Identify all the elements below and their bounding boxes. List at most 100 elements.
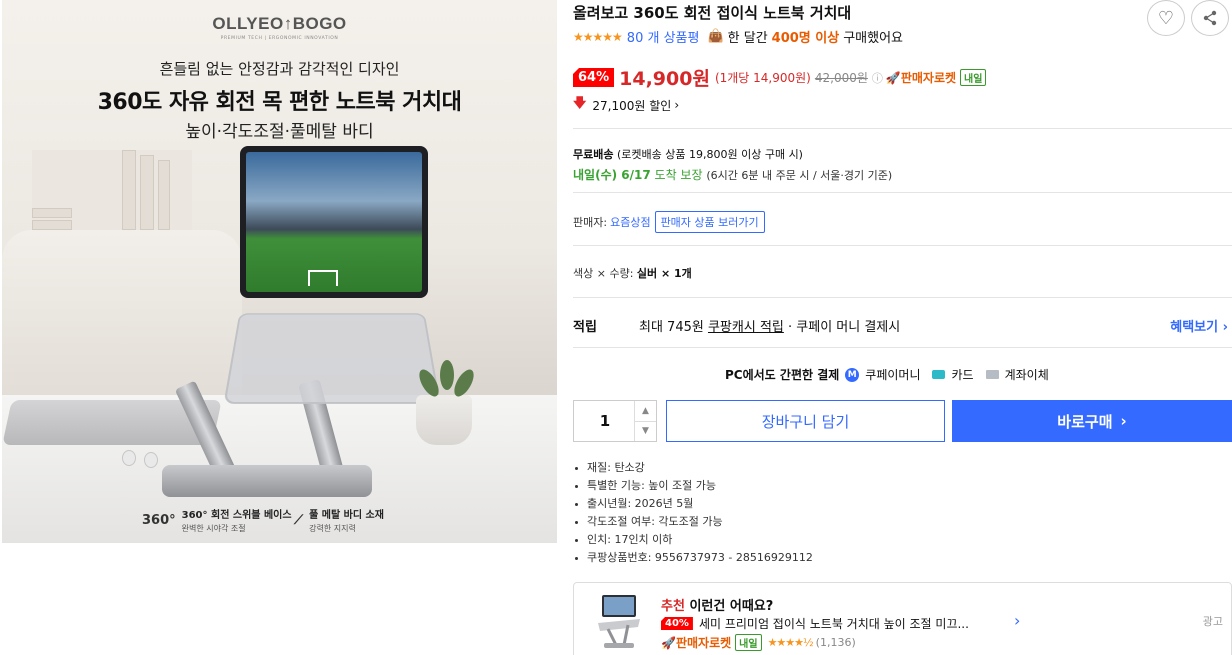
divider xyxy=(573,245,1232,246)
reward-text: 최대 745원 쿠팡캐시 적립 · 쿠페이 머니 결제시 xyxy=(639,316,900,335)
wishlist-button[interactable]: ♡ xyxy=(1147,0,1185,36)
quantity-stepper[interactable]: 1 ▲ ▼ xyxy=(573,400,657,442)
brand-logo: OLLYEO↑BOGO PREMIUM TECH | ERGONOMIC INN… xyxy=(2,14,557,41)
free-shipping-note: (로켓배송 상품 19,800원 이상 구매 시) xyxy=(616,148,803,161)
feature-metal: ⟋ 풀 메탈 바디 소재 강력한 지지력 xyxy=(294,506,384,534)
down-arrow-icon: 🡇 xyxy=(573,96,587,111)
earbud xyxy=(144,452,158,468)
goal-graphic xyxy=(308,270,338,286)
buy-now-label: 바로구매 xyxy=(1057,412,1113,431)
heart-icon: ♡ xyxy=(1157,7,1175,29)
quantity-arrows: ▲ ▼ xyxy=(634,401,656,441)
stand-swivel-base xyxy=(162,465,372,497)
bank-transfer-icon xyxy=(985,370,999,379)
feature-swivel: 360° 360° 회전 스위블 베이스 완벽한 시야각 조절 xyxy=(142,506,292,534)
product-image[interactable]: OLLYEO↑BOGO PREMIUM TECH | ERGONOMIC INN… xyxy=(2,0,557,543)
product-title: 올려보고 360도 회전 접이식 노트북 거치대 xyxy=(573,4,852,22)
book-decoration xyxy=(32,220,72,230)
saving-amount: 27,100원 할인 xyxy=(592,98,672,113)
benefits-link[interactable]: 혜택보기 › xyxy=(1170,316,1228,335)
recommendation-title-highlight: 추천 xyxy=(661,599,685,614)
buy-now-button[interactable]: 바로구매 › xyxy=(952,400,1232,442)
divider xyxy=(573,347,1232,348)
recommendation-discount-badge: 40% xyxy=(661,617,693,630)
image-subline: 높이·각도조절·풀메탈 바디 xyxy=(185,122,374,142)
recommendation-meta: 🚀판매자로켓 내일 ★★★★½ (1,136) xyxy=(661,634,856,651)
feature-title: 풀 메탈 바디 소재 xyxy=(309,510,384,521)
option-value: 실버 × 1개 xyxy=(636,267,692,280)
divider xyxy=(573,297,1232,298)
reward-row: 적립 최대 745원 쿠팡캐시 적립 · 쿠페이 머니 결제시 혜택보기 › xyxy=(573,316,1232,335)
quantity-decrease-icon[interactable]: ▼ xyxy=(635,422,656,442)
coupang-cash-link[interactable]: 쿠팡캐시 적립 xyxy=(708,320,784,335)
arrival-info: 내일(수) 6/17 도착 보장 (6시간 6분 내 주문 시 / 서울·경기 … xyxy=(573,166,892,183)
discount-badge: 64% xyxy=(573,68,615,87)
plant-pot xyxy=(416,395,472,445)
pc-payment-label: PC에서도 간편한 결제 xyxy=(725,368,840,382)
price-row: 64% 14,900원 (1개당 14,900원) 42,000원 ⓘ 🚀판매자… xyxy=(573,64,987,91)
chevron-right-icon: › xyxy=(674,98,680,112)
arrival-day: 내일(수) 6/17 xyxy=(573,168,651,182)
tomorrow-badge: 내일 xyxy=(960,69,987,86)
free-shipping-info: 무료배송 (로켓배송 상품 19,800원 이상 구매 시) xyxy=(573,146,803,162)
recommendation-card[interactable]: 추천 이런건 어때요? 40% 세미 프리미엄 접이식 노트북 거치대 높이 조… xyxy=(573,582,1232,655)
seller-row: 판매자: 요즘상점 판매자 상품 보러가기 xyxy=(573,211,765,233)
spec-item: 각도조절 여부: 각도조절 가능 xyxy=(575,513,813,531)
coupay-money-label: 쿠페이머니 xyxy=(865,368,921,382)
star-rating: ★★★★★ xyxy=(573,29,623,44)
rating-row: ★★★★★ 80 개 상품평 👜 한 달간 400명 이상 구매했어요 xyxy=(573,27,903,46)
seller-label: 판매자: xyxy=(573,216,608,229)
spec-item: 재질: 탄소강 xyxy=(575,459,813,477)
original-price: 42,000원 xyxy=(814,71,868,85)
divider xyxy=(573,192,1232,193)
seller-products-button[interactable]: 판매자 상품 보러가기 xyxy=(654,211,765,233)
rocket-icon: 🚀 xyxy=(661,636,676,650)
spec-item: 출시년월: 2026년 5월 xyxy=(575,495,813,513)
quantity-increase-icon[interactable]: ▲ xyxy=(635,401,656,422)
chevron-right-icon: › xyxy=(1120,412,1127,430)
card-label: 카드 xyxy=(951,368,974,382)
stadium-wallpaper xyxy=(246,152,422,292)
star-rating: ★★★★½ xyxy=(767,636,814,649)
spec-item: 특별한 기능: 높이 조절 가능 xyxy=(575,477,813,495)
book-decoration xyxy=(140,155,154,230)
shopping-bag-icon: 👜 xyxy=(707,29,724,44)
recommendation-product-name[interactable]: 세미 프리미엄 접이식 노트북 거치대 높이 조절 미끄... xyxy=(699,615,969,632)
recommendation-product-line: 40% 세미 프리미엄 접이식 노트북 거치대 높이 조절 미끄... xyxy=(661,615,969,632)
plant-leaf xyxy=(440,360,454,390)
card-icon xyxy=(932,370,946,379)
spec-item: 쿠팡상품번호: 9556737973 - 28516929112 xyxy=(575,549,813,567)
sofa-decoration xyxy=(2,230,242,400)
option-label: 색상 × 수량: xyxy=(573,267,634,280)
rocket-label: 판매자로켓 xyxy=(900,71,957,85)
share-button[interactable] xyxy=(1191,0,1229,36)
ad-label: 광고 xyxy=(1202,615,1223,628)
add-to-cart-button[interactable]: 장바구니 담기 xyxy=(666,400,945,442)
image-tagline: 흔들림 없는 안정감과 감각적인 디자인 xyxy=(159,60,400,78)
chevron-right-icon[interactable]: › xyxy=(1014,611,1020,630)
seller-name-link[interactable]: 요즘상점 xyxy=(610,214,650,230)
laptop-screen xyxy=(240,146,428,298)
recommended-product-thumbnail xyxy=(598,595,640,648)
payment-methods: PC에서도 간편한 결제 M 쿠페이머니 카드 계좌이체 xyxy=(725,366,1049,383)
feature-title: 360° 회전 스위블 베이스 xyxy=(181,510,292,521)
tomorrow-badge: 내일 xyxy=(735,634,762,651)
option-row: 색상 × 수량: 실버 × 1개 xyxy=(573,265,692,281)
brand-name: OLLYEO↑BOGO xyxy=(212,14,347,33)
bank-transfer-label: 계좌이체 xyxy=(1004,368,1049,382)
info-icon[interactable]: ⓘ xyxy=(872,70,883,86)
feature-desc: 강력한 지지력 xyxy=(309,524,356,533)
monthly-prefix: 한 달간 xyxy=(727,31,768,46)
book-decoration xyxy=(32,208,72,218)
divider xyxy=(573,128,1232,129)
arrival-note: (6시간 6분 내 주문 시 / 서울·경기 기준) xyxy=(706,169,893,182)
rotate-360-icon: 360° xyxy=(142,512,176,528)
saving-row[interactable]: 🡇 27,100원 할인 › xyxy=(573,94,679,116)
review-count-link[interactable]: 80 개 상품평 xyxy=(627,27,700,46)
product-info-panel: 올려보고 360도 회전 접이식 노트북 거치대 ♡ ★★★★★ 80 개 상품… xyxy=(573,0,1232,655)
brand-subtitle: PREMIUM TECH | ERGONOMIC INNOVATION xyxy=(220,36,339,41)
spec-list: 재질: 탄소강 특별한 기능: 높이 조절 가능 출시년월: 2026년 5월 … xyxy=(575,459,813,567)
recommendation-title-rest: 이런건 어때요? xyxy=(689,599,774,614)
image-headline: 360도 자유 회전 목 편한 노트북 거치대 xyxy=(97,90,462,115)
recommendation-review-count: (1,136) xyxy=(815,636,856,649)
